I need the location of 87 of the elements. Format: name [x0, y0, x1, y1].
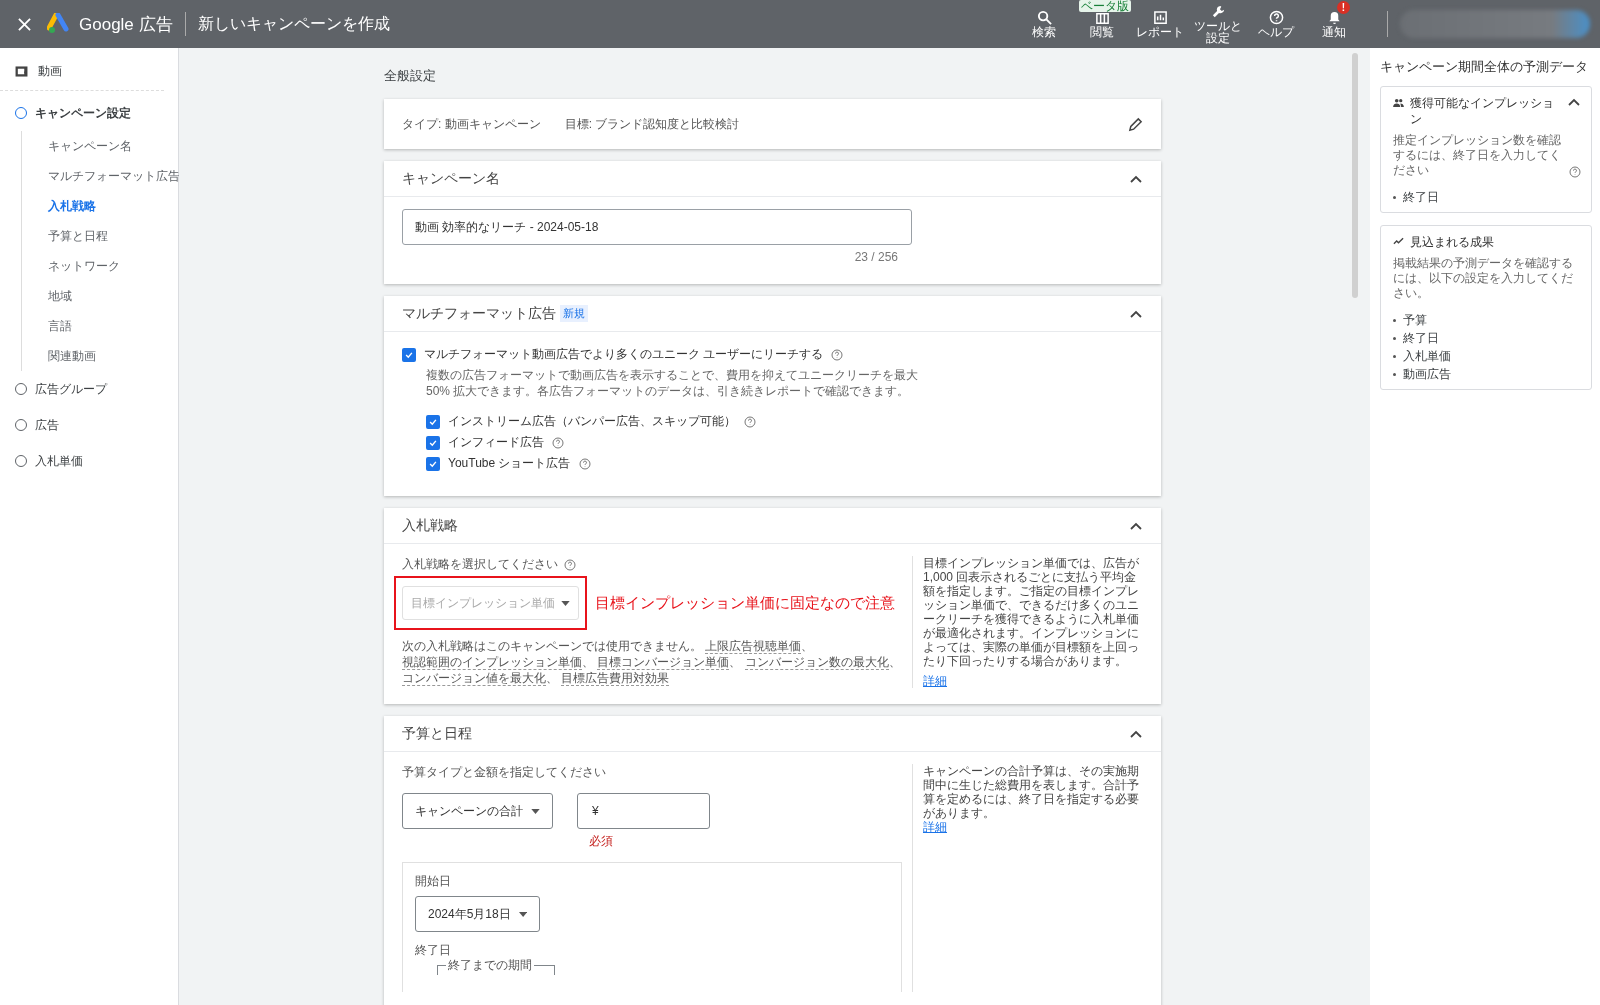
unavailable-strategies-text: 次の入札戦略はこのキャンペーンでは使用できません。 上限広告視聴単価、 視認範囲のインプレッション単価、 目標コンバージョン単価、 コンバージョン数の最大化、 コンバージョン値を最大化、 目標広告費用対効果 [402, 638, 902, 686]
field-label: 終了日 [415, 942, 452, 959]
sidebar-item[interactable]: 地域 [22, 281, 72, 311]
sidebar-item[interactable]: ネットワーク [22, 251, 120, 281]
list-item: 入札単価 [1403, 347, 1451, 365]
help-text: 目標インプレッション単価では、広告が 1,000 回表示されるごとに支払う平均金額を指定します。ご指定の目標インプレッション単価で、できるだけ多くのユニークリーチを獲得できるように入札単価が最適化されます。インプレッションによっては、実際の単価が目標額を上回ったり下回ったりする場合があります。 [923, 556, 1140, 668]
budget-type-dropdown[interactable]: キャンペーンの合計 [402, 793, 553, 829]
field-prompt: 入札戦略を選択してください [402, 556, 558, 573]
checkbox[interactable] [402, 347, 416, 362]
trend-icon [1393, 237, 1404, 245]
caret-icon [518, 911, 527, 917]
checkbox-label: インフィード広告 [448, 434, 544, 451]
checkbox[interactable] [426, 414, 440, 429]
list-item: 予算 [1403, 311, 1427, 329]
sidebar-item[interactable]: キャンペーン名 [22, 131, 132, 161]
card-title: 見込まれる成果 [1410, 234, 1495, 250]
list-item: 動画広告 [1403, 365, 1451, 383]
toolbar-button[interactable]: ツールと設定 [1189, 0, 1247, 48]
alert-badge: ! [1337, 1, 1350, 14]
start-date-dropdown[interactable]: 2024年5月18日 [415, 896, 540, 932]
details-link[interactable]: 詳細 [923, 820, 947, 834]
card-text: 推定インプレッション数を確認するには、終了日を入力してください [1393, 133, 1562, 178]
list-item: 終了日 [1403, 188, 1439, 206]
step-item[interactable]: 広告グループ [0, 371, 178, 407]
list-item: 終了日 [1403, 329, 1439, 347]
columns-icon [1094, 10, 1110, 25]
new-badge: 新規 [560, 305, 588, 322]
card-title: 入札戦略 [402, 516, 458, 535]
checkbox[interactable] [426, 456, 440, 471]
help-icon[interactable] [1569, 166, 1581, 178]
checkbox-label: YouTube ショート広告 [448, 455, 571, 472]
sidebar-item[interactable]: 関連動画 [22, 341, 96, 371]
pencil-icon[interactable] [1128, 116, 1143, 132]
card-title: 予算と日程 [402, 724, 472, 743]
card-title: マルチフォーマット広告 [402, 304, 556, 323]
video-icon [15, 65, 28, 77]
beta-badge: ベータ版 [1079, 0, 1131, 12]
amount-field[interactable]: ¥ [577, 793, 710, 829]
help-text: キャンペーンの合計予算は、その実施期間中に生じた総費用を表します。合計予算を定めるには、終了日を指定する必要があります。 [923, 764, 1140, 820]
scrollbar-thumb[interactable] [1352, 53, 1358, 298]
checkbox-label: インストリーム広告（バンパー広告、スキップ可能） [448, 413, 736, 430]
caret-icon [531, 808, 540, 814]
panel-title: キャンペーン期間全体の予測データ [1380, 58, 1589, 76]
toolbar-button[interactable]: ! 通知 [1305, 0, 1363, 48]
character-counter: 23 / 256 [853, 250, 898, 264]
field-label: 開始日 [415, 873, 452, 890]
toolbar-button[interactable]: 検索 [1015, 0, 1073, 48]
card-title: キャンペーン名 [402, 169, 500, 188]
sidebar-heading: 動画 [38, 62, 62, 80]
sidebar-item[interactable]: マルチフォーマット広告 [22, 161, 180, 191]
help-icon[interactable] [744, 415, 756, 428]
sidebar-item[interactable]: 入札戦略 [22, 191, 96, 221]
sidebar-item[interactable]: 言語 [22, 311, 72, 341]
toolbar-button[interactable]: ベータ版 閲覧 [1073, 0, 1131, 48]
help-icon[interactable] [578, 457, 591, 470]
help-icon[interactable] [552, 436, 564, 449]
step-item[interactable]: 広告 [0, 407, 178, 443]
step-item[interactable]: キャンペーン設定 [0, 95, 178, 131]
checkbox-label: マルチフォーマット動画広告でより多くのユニーク ユーザーにリーチする [424, 346, 824, 363]
page-title: 新しいキャンペーンを作成 [197, 13, 390, 34]
campaign-type: タイプ: 動画キャンペーン [402, 115, 541, 133]
annotation-text: 目標インプレッション単価に固定なので注意 [595, 593, 895, 613]
toolbar-button[interactable]: レポート [1131, 0, 1189, 48]
search-icon [1036, 10, 1052, 25]
product-name: Google 広告 [79, 13, 173, 36]
step-item[interactable]: 入札単価 [0, 443, 178, 479]
help-icon[interactable] [564, 558, 576, 571]
bar-chart-icon [1152, 10, 1168, 25]
caret-icon [561, 600, 570, 606]
section-heading: 全般設定 [384, 68, 437, 85]
card-text: 掲載結果の予測データを確認するには、以下の設定を入力してください。 [1393, 256, 1574, 301]
help-icon [1268, 10, 1284, 25]
people-icon [1393, 98, 1404, 107]
close-icon[interactable] [18, 17, 31, 31]
campaign-goal: 目標: ブランド認知度と比較検討 [564, 115, 740, 133]
field-prompt: 予算タイプと金額を指定してください [402, 764, 607, 781]
campaign-name-field[interactable]: 動画 効率的なリーチ - 2024-05-18 [402, 209, 912, 245]
checkbox[interactable] [426, 435, 440, 450]
toolbar-button[interactable]: ヘルプ [1247, 0, 1305, 48]
triangle-logo-icon [47, 13, 71, 35]
help-icon[interactable] [831, 348, 844, 361]
sidebar-item[interactable]: 予算と日程 [22, 221, 108, 251]
end-date-field[interactable]: 終了までの期間 [437, 959, 555, 975]
description-text: 複数の広告フォーマットで動画広告を表示することで、費用を抑えてユニークリーチを最大 50% 拡大できます。各広告フォーマットのデータは、引き続きレポートで確認できます。 [426, 367, 919, 399]
required-message: 必須 [589, 833, 614, 850]
wrench-icon [1210, 4, 1226, 19]
card-title: 獲得可能なインプレッション [1410, 95, 1555, 127]
